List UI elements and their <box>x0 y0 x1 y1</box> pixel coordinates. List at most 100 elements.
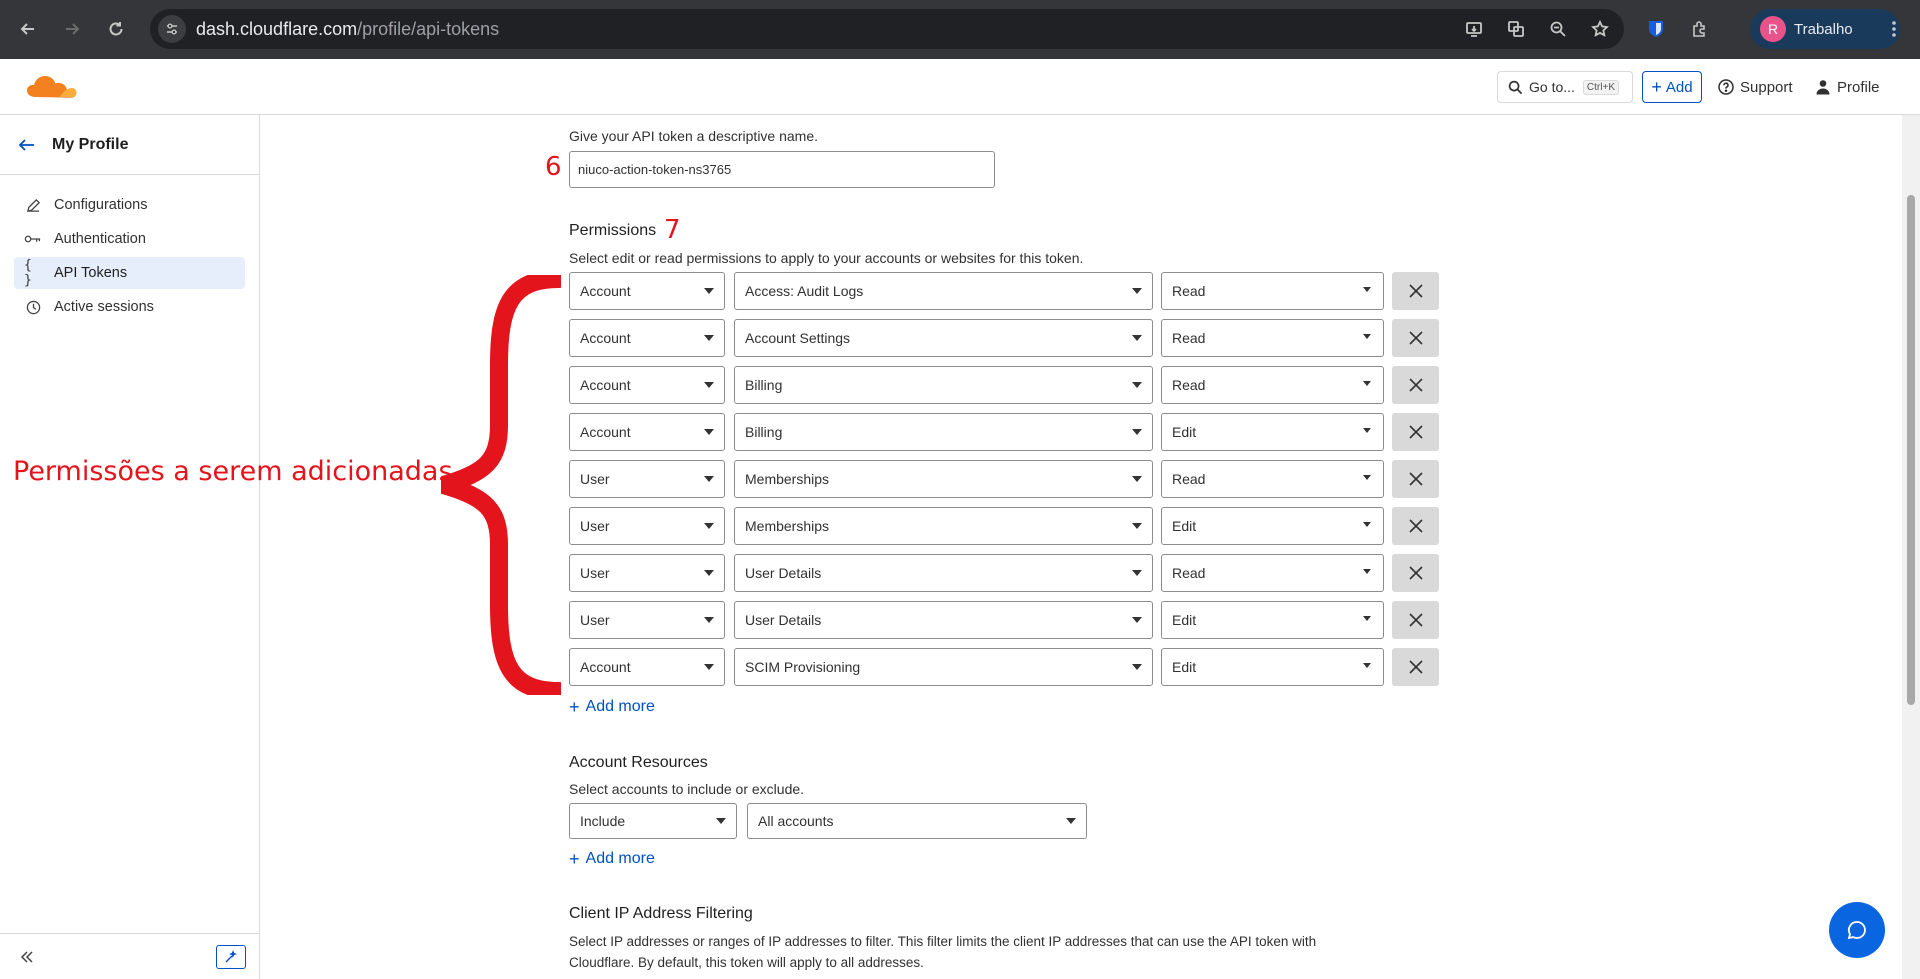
theme-toggle-icon[interactable] <box>216 945 246 969</box>
chevron-down-icon <box>1132 570 1142 576</box>
level-select[interactable]: Edit <box>1161 601 1384 639</box>
scope-select[interactable]: Account <box>569 272 725 310</box>
plus-icon: + <box>569 697 580 717</box>
remove-permission-button[interactable] <box>1392 648 1439 686</box>
main-content: Give your API token a descriptive name. … <box>13 115 1901 979</box>
level-select[interactable]: Edit <box>1161 413 1384 451</box>
chevron-down-icon <box>1363 428 1371 433</box>
remove-permission-button[interactable] <box>1392 319 1439 357</box>
translate-icon[interactable] <box>1502 15 1530 43</box>
chat-bubble-icon <box>1847 921 1866 940</box>
token-name-input[interactable]: niuco-action-token-ns3765 <box>569 151 995 188</box>
level-select[interactable]: Edit <box>1161 648 1384 686</box>
remove-permission-button[interactable] <box>1392 601 1439 639</box>
zoom-icon[interactable] <box>1544 15 1572 43</box>
browser-menu-icon[interactable] <box>1880 15 1908 43</box>
plus-icon: + <box>1651 77 1662 97</box>
goto-search-button[interactable]: Go to... Ctrl+K <box>1497 71 1633 103</box>
resource-select[interactable]: Memberships <box>734 460 1153 498</box>
site-settings-icon[interactable] <box>158 15 186 43</box>
sidebar-footer <box>0 933 259 979</box>
add-button[interactable]: + Add <box>1642 71 1702 103</box>
browser-toolbar: dash.cloudflare.com/profile/api-tokens R… <box>0 0 1920 59</box>
include-exclude-select[interactable]: Include <box>569 803 737 839</box>
remove-permission-button[interactable] <box>1392 554 1439 592</box>
chevron-down-icon <box>1363 522 1371 527</box>
sidebar-header: My Profile <box>0 115 259 175</box>
scope-select[interactable]: Account <box>569 319 725 357</box>
sidebar-item-configurations[interactable]: Configurations <box>14 189 245 221</box>
resource-select[interactable]: Billing <box>734 413 1153 451</box>
step-7-annotation: 7 <box>664 215 681 245</box>
scope-select[interactable]: User <box>569 507 725 545</box>
support-button[interactable]: Support <box>1718 71 1793 103</box>
remove-permission-button[interactable] <box>1392 366 1439 404</box>
resource-select[interactable]: Access: Audit Logs <box>734 272 1153 310</box>
level-select[interactable]: Read <box>1161 460 1384 498</box>
back-arrow-icon[interactable] <box>18 137 36 153</box>
bitwarden-icon[interactable] <box>1642 15 1670 43</box>
scope-select[interactable]: User <box>569 601 725 639</box>
remove-permission-button[interactable] <box>1392 413 1439 451</box>
resource-select[interactable]: User Details <box>734 601 1153 639</box>
install-app-icon[interactable] <box>1460 15 1488 43</box>
address-bar[interactable]: dash.cloudflare.com/profile/api-tokens <box>150 9 1624 49</box>
braces-icon: { } <box>24 258 32 288</box>
close-icon <box>1408 472 1423 486</box>
resource-select[interactable]: SCIM Provisioning <box>734 648 1153 686</box>
chevron-down-icon <box>1132 664 1142 670</box>
ip-filtering-description-line1: Select IP addresses or ranges of IP addr… <box>569 934 1317 949</box>
chevron-down-icon <box>1363 381 1371 386</box>
collapse-sidebar-icon[interactable] <box>20 951 34 963</box>
scope-select[interactable]: Account <box>569 648 725 686</box>
add-more-accounts-link[interactable]: + Add more <box>569 850 655 868</box>
token-name-hint: Give your API token a descriptive name. <box>569 128 819 144</box>
scope-select[interactable]: User <box>569 460 725 498</box>
resource-select[interactable]: User Details <box>734 554 1153 592</box>
bookmark-star-icon[interactable] <box>1586 15 1614 43</box>
key-icon <box>24 233 42 245</box>
level-select[interactable]: Read <box>1161 319 1384 357</box>
accounts-select[interactable]: All accounts <box>747 803 1087 839</box>
resource-select[interactable]: Memberships <box>734 507 1153 545</box>
level-select[interactable]: Edit <box>1161 507 1384 545</box>
remove-permission-button[interactable] <box>1392 272 1439 310</box>
sidebar-item-label: API Tokens <box>54 265 128 281</box>
remove-permission-button[interactable] <box>1392 460 1439 498</box>
scope-select[interactable]: User <box>569 554 725 592</box>
profile-button[interactable]: Profile <box>1815 71 1880 103</box>
close-icon <box>1408 660 1423 674</box>
resource-select[interactable]: Billing <box>734 366 1153 404</box>
chevron-down-icon <box>704 664 714 670</box>
resource-select[interactable]: Account Settings <box>734 319 1153 357</box>
goto-shortcut: Ctrl+K <box>1582 79 1619 95</box>
user-icon <box>1816 80 1830 95</box>
plus-icon: + <box>569 849 580 869</box>
scope-select[interactable]: Account <box>569 366 725 404</box>
chevron-down-icon <box>1132 429 1142 435</box>
sidebar-item-api-tokens[interactable]: { } API Tokens <box>14 257 245 289</box>
close-icon <box>1408 519 1423 533</box>
back-icon[interactable] <box>14 15 42 43</box>
chat-button[interactable] <box>1829 902 1885 958</box>
support-label: Support <box>1740 78 1793 96</box>
sidebar-item-authentication[interactable]: Authentication <box>14 223 245 255</box>
scope-select[interactable]: Account <box>569 413 725 451</box>
ip-filtering-title: Client IP Address Filtering <box>569 905 753 922</box>
remove-permission-button[interactable] <box>1392 507 1439 545</box>
browser-profile-chip[interactable]: R Trabalho <box>1750 9 1900 49</box>
level-select[interactable]: Read <box>1161 554 1384 592</box>
cloudflare-logo[interactable] <box>24 73 78 104</box>
chevron-down-icon <box>704 288 714 294</box>
level-select[interactable]: Read <box>1161 366 1384 404</box>
clock-icon <box>24 300 42 315</box>
permissions-title: Permissions <box>569 222 657 239</box>
extensions-icon[interactable] <box>1686 15 1714 43</box>
scrollbar-thumb[interactable] <box>1907 195 1915 705</box>
sidebar-item-active-sessions[interactable]: Active sessions <box>14 291 245 323</box>
level-select[interactable]: Read <box>1161 272 1384 310</box>
add-more-permissions-link[interactable]: + Add more <box>569 698 655 716</box>
reload-icon[interactable] <box>102 15 130 43</box>
page-scrollbar[interactable] <box>1902 115 1920 979</box>
chevron-down-icon <box>704 335 714 341</box>
